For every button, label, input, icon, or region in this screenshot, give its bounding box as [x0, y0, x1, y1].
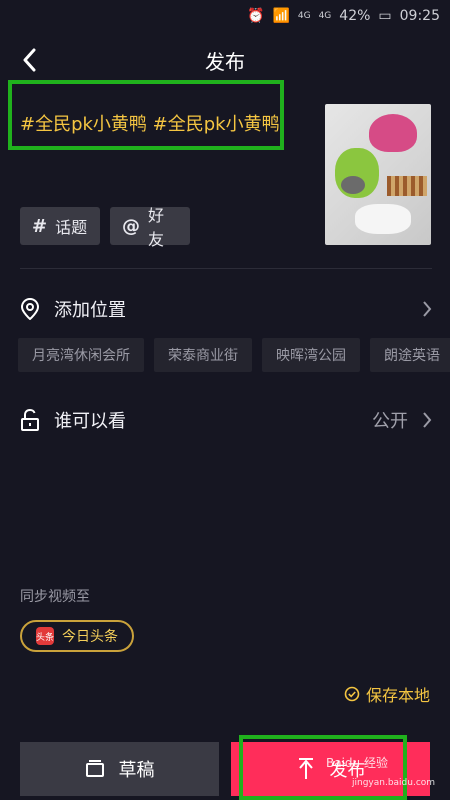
location-pin-icon: [20, 298, 40, 320]
status-bar: ⏰ 📶 4G 4G 42% ▭ 09:25: [0, 0, 450, 32]
hash-icon: #: [32, 215, 48, 237]
draft-button[interactable]: 草稿: [20, 742, 219, 796]
battery-icon: ▭: [378, 8, 392, 24]
wifi-icon: 📶: [272, 8, 290, 24]
topic-chip[interactable]: # 话题: [20, 207, 100, 245]
header: 发布: [0, 32, 450, 84]
location-suggestion[interactable]: 朗途英语: [370, 338, 450, 372]
watermark-url: jingyan.baidu.com: [352, 778, 436, 788]
save-local-label: 保存本地: [365, 686, 430, 705]
unlock-icon: [21, 409, 39, 431]
hashtag-highlight-box: [8, 80, 284, 150]
page-title: 发布: [205, 50, 245, 74]
friends-chip[interactable]: @ 好友: [110, 206, 190, 249]
location-suggestion[interactable]: 荣泰商业街: [154, 338, 252, 372]
save-local-toggle[interactable]: 保存本地: [344, 682, 430, 706]
visibility-label: 谁可以看: [54, 411, 126, 432]
alarm-icon: ⏰: [247, 8, 265, 24]
network-1-label: 4G: [297, 11, 311, 21]
location-suggestion[interactable]: 映晖湾公园: [262, 338, 360, 372]
sync-target-label: 今日头条: [62, 629, 118, 645]
add-location-label: 添加位置: [54, 300, 126, 321]
chevron-right-icon: [423, 301, 432, 317]
status-time: 09:25: [399, 8, 440, 24]
draft-button-label: 草稿: [118, 760, 155, 781]
location-suggestions: 月亮湾休闲会所 荣泰商业街 映晖湾公园 朗途英语: [18, 338, 450, 374]
visibility-value: 公开: [372, 411, 408, 432]
sync-toutiao-toggle[interactable]: 头条 今日头条: [20, 620, 134, 652]
watermark: Baidu 经验: [326, 756, 388, 770]
battery-level: 42%: [339, 8, 371, 24]
chevron-right-icon: [423, 412, 432, 428]
topic-chip-label: 话题: [55, 218, 88, 237]
check-circle-icon: [344, 686, 360, 702]
draft-box-icon: [85, 760, 104, 777]
friends-chip-label: 好友: [148, 206, 165, 249]
at-icon: @: [122, 215, 140, 237]
divider: [20, 268, 432, 269]
sync-label: 同步视频至: [20, 589, 90, 605]
location-suggestion[interactable]: 月亮湾休闲会所: [18, 338, 144, 372]
network-2-label: 4G: [318, 11, 332, 21]
toutiao-logo-icon: 头条: [36, 627, 54, 645]
add-location-row[interactable]: 添加位置: [20, 289, 432, 329]
visibility-row[interactable]: 谁可以看 公开: [20, 400, 432, 440]
video-thumbnail[interactable]: [325, 104, 431, 245]
